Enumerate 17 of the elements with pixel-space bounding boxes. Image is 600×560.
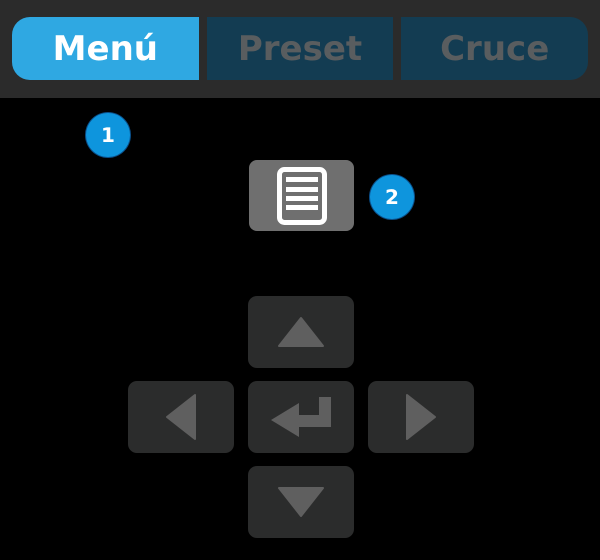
menu-button[interactable] [249, 160, 354, 231]
up-arrow-icon [277, 316, 325, 348]
down-button[interactable] [248, 466, 354, 538]
right-arrow-icon [405, 393, 437, 441]
list-icon [276, 166, 326, 224]
tab[interactable]: Cruce [401, 17, 588, 80]
callout-badge: 1 [86, 113, 130, 157]
tab[interactable]: Menú [12, 17, 199, 80]
tab[interactable]: Preset [206, 17, 394, 80]
left-button[interactable] [128, 381, 234, 453]
left-arrow-icon [165, 393, 197, 441]
right-button[interactable] [368, 381, 474, 453]
callout-badge: 2 [370, 175, 414, 219]
enter-button[interactable] [248, 381, 354, 453]
up-button[interactable] [248, 296, 354, 368]
enter-icon [269, 395, 333, 439]
down-arrow-icon [277, 486, 325, 518]
